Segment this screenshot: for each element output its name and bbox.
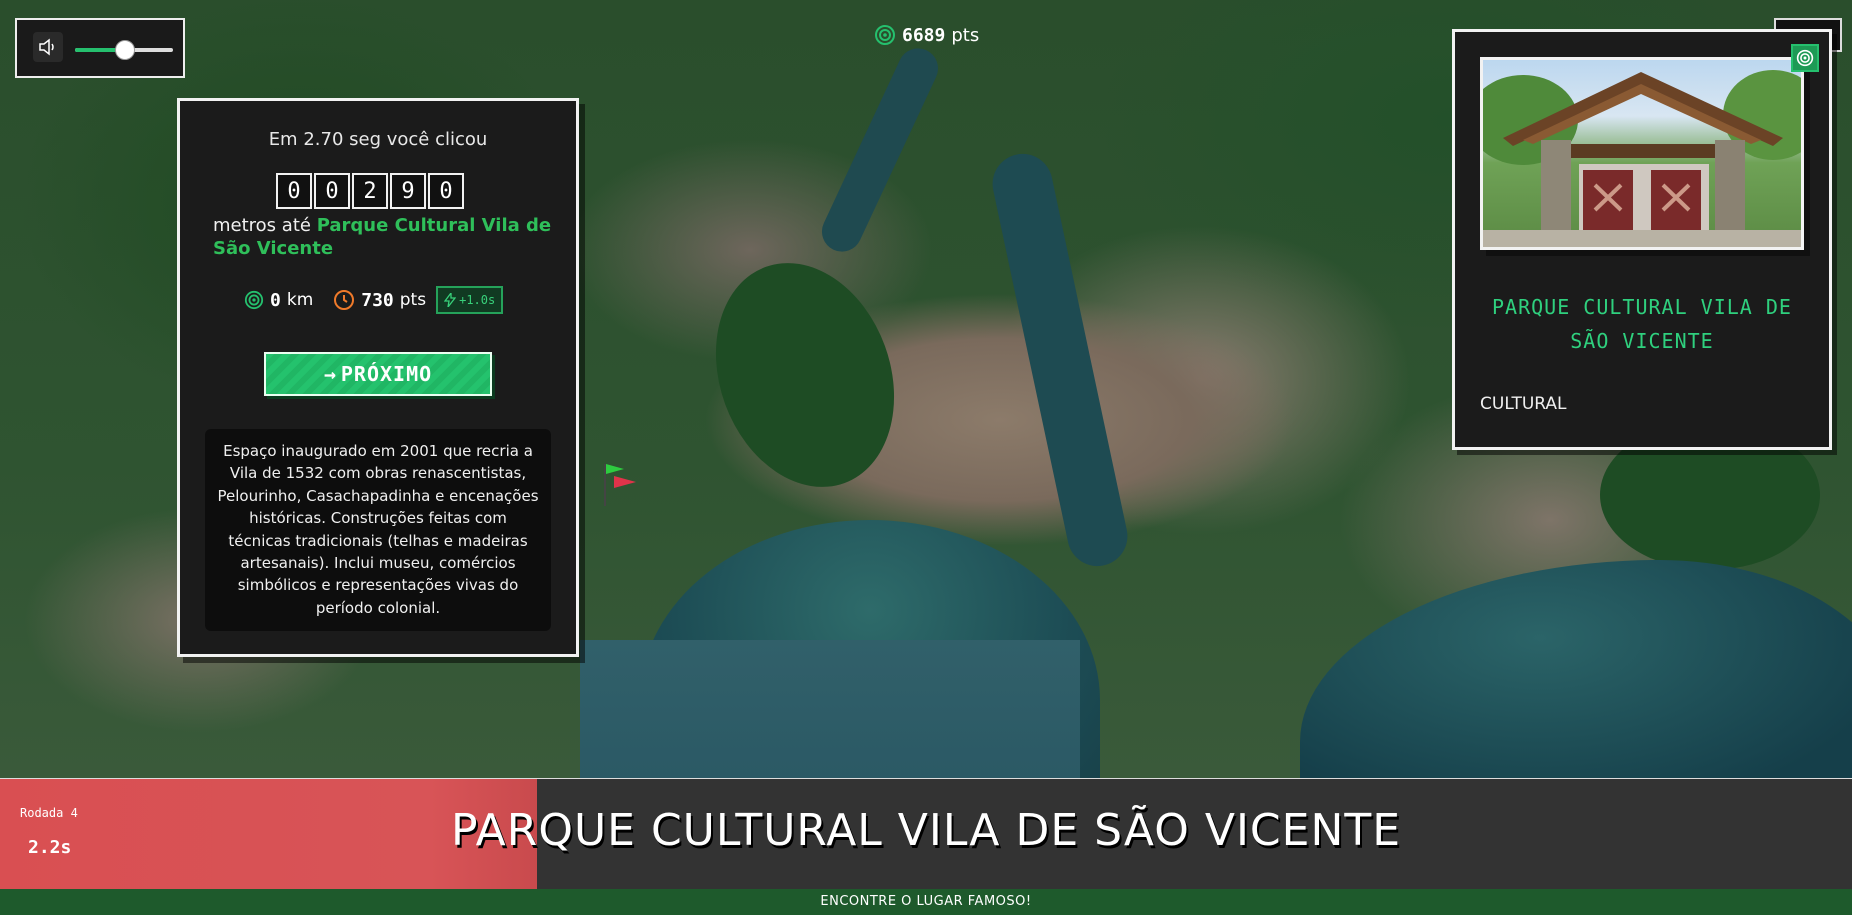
clock-icon: [334, 290, 355, 310]
time-bonus-badge: +1.0s: [436, 286, 504, 314]
place-photo: [1480, 57, 1804, 250]
volume-slider[interactable]: [75, 40, 173, 60]
guess-flag-icon: [604, 464, 636, 506]
counter-digit: 2: [352, 173, 388, 209]
target-icon: [1791, 44, 1819, 72]
map-hill: [685, 237, 925, 513]
points-stat: 730 pts: [333, 289, 426, 311]
speaker-icon[interactable]: [33, 32, 63, 62]
meters-prefix: metros até: [213, 215, 311, 236]
counter-digit: 0: [428, 173, 464, 209]
target-place-title: PARQUE CULTURAL VILA DE SÃO VICENTE: [450, 805, 1402, 856]
map-water: [815, 41, 945, 259]
target-icon: [875, 25, 895, 45]
next-label: PRÓXIMO: [340, 362, 433, 386]
distance-unit: km: [286, 290, 314, 310]
volume-knob[interactable]: [115, 40, 135, 60]
points-value: 730: [361, 289, 394, 311]
total-score: 6689 pts: [874, 24, 979, 46]
card-title: PARQUE CULTURAL VILA DE SÃO VICENTE: [1492, 295, 1792, 353]
place-description: Espaço inaugurado em 2001 que recria a V…: [205, 429, 551, 631]
next-button[interactable]: → PRÓXIMO: [264, 352, 492, 396]
counter-digit: 0: [276, 173, 312, 209]
map-sea: [580, 640, 1080, 778]
score-unit: pts: [951, 24, 980, 46]
distance-stat: 0 km: [244, 290, 313, 311]
audio-control: [15, 18, 185, 78]
map-water: [986, 148, 1134, 572]
round-bar: Rodada 4 2.2s PARQUE CULTURAL VILA DE SÃ…: [0, 778, 1852, 890]
instruction-footer: ENCONTRE O LUGAR FAMOSO!: [0, 889, 1852, 915]
distance-value: 0: [270, 289, 281, 311]
meters-text: metros até Parque Cultural Vila de São V…: [213, 214, 558, 260]
bonus-value: +1.0s: [459, 293, 496, 307]
distance-counter: 0 0 2 9 0: [276, 173, 464, 209]
points-unit: pts: [399, 290, 427, 310]
click-time-text: Em 2.70 seg você clicou: [268, 129, 488, 150]
result-panel: Em 2.70 seg você clicou 0 0 2 9 0 metros…: [177, 98, 579, 657]
lightning-icon: [444, 293, 457, 307]
target-card: PARQUE CULTURAL VILA DE SÃO VICENTE CULT…: [1452, 29, 1832, 450]
map-bay: [1300, 560, 1852, 778]
counter-digit: 0: [314, 173, 350, 209]
target-icon: [244, 290, 264, 310]
score-value: 6689: [902, 24, 946, 46]
counter-digit: 9: [390, 173, 426, 209]
round-stats: 0 km 730 pts +1.0s: [244, 286, 504, 314]
card-category: CULTURAL: [1480, 394, 1567, 414]
arrow-right-icon: →: [323, 362, 337, 386]
